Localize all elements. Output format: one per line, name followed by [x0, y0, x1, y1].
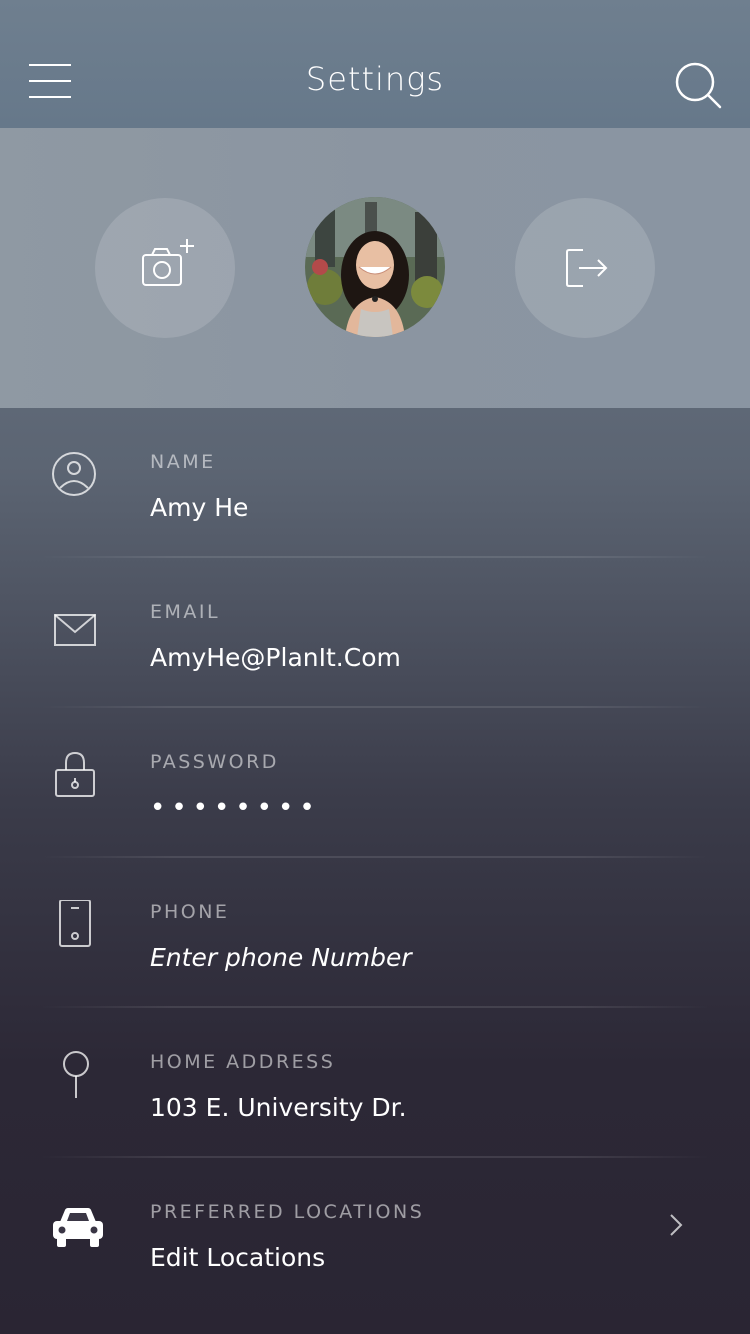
preferred-locations-row[interactable]: PREFERRED LOCATIONS Edit Locations	[0, 1158, 750, 1308]
avatar-photo	[305, 197, 445, 337]
email-label: EMAIL	[150, 601, 221, 623]
search-icon[interactable]	[674, 61, 722, 109]
app-header: Settings	[0, 0, 750, 128]
name-value[interactable]: Amy He	[150, 493, 248, 522]
password-label: PASSWORD	[150, 751, 279, 773]
page-title: Settings	[305, 60, 445, 98]
email-field-row[interactable]: EMAIL AmyHe@PlanIt.Com	[0, 558, 750, 708]
user-avatar[interactable]	[305, 197, 445, 337]
lock-icon	[50, 750, 100, 800]
password-value[interactable]: ••••••••	[150, 793, 321, 823]
phone-input[interactable]: Enter phone Number	[150, 943, 412, 972]
logout-arrow-icon	[566, 249, 608, 287]
camera-plus-icon	[142, 239, 194, 286]
edit-locations-link[interactable]: Edit Locations	[150, 1243, 325, 1272]
add-photo-button[interactable]	[95, 198, 235, 338]
password-field-row[interactable]: PASSWORD ••••••••	[0, 708, 750, 858]
email-value[interactable]: AmyHe@PlanIt.Com	[150, 643, 401, 672]
preferred-locations-label: PREFERRED LOCATIONS	[150, 1201, 425, 1223]
home-address-value[interactable]: 103 E. University Dr.	[150, 1093, 407, 1122]
chevron-right-icon[interactable]	[664, 1211, 688, 1239]
home-address-field-row[interactable]: HOME ADDRESS 103 E. University Dr.	[0, 1008, 750, 1158]
user-circle-icon	[50, 450, 100, 500]
logout-button[interactable]	[515, 198, 655, 338]
home-address-label: HOME ADDRESS	[150, 1051, 336, 1073]
phone-field-row[interactable]: PHONE Enter phone Number	[0, 858, 750, 1008]
settings-field-list: NAME Amy He EMAIL AmyHe@PlanIt.Com PASSW…	[0, 408, 750, 1308]
name-field-row[interactable]: NAME Amy He	[0, 408, 750, 558]
phone-icon	[50, 899, 100, 950]
name-label: NAME	[150, 451, 216, 473]
envelope-icon	[50, 600, 100, 650]
profile-actions-band	[0, 128, 750, 408]
phone-label: PHONE	[150, 901, 230, 923]
map-pin-icon	[50, 1050, 100, 1100]
car-icon	[50, 1204, 103, 1254]
